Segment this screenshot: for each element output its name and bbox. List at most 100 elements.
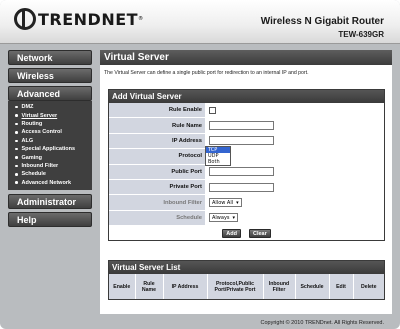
page-title: Virtual Server: [100, 50, 392, 65]
bullet-icon: [15, 139, 18, 142]
add-virtual-server-panel: Add Virtual Server Rule Enable Rule Name…: [108, 89, 385, 242]
rule-enable-label: Rule Enable: [168, 107, 202, 114]
product-name: Wireless N Gigabit Router: [260, 16, 384, 27]
add-panel-title: Add Virtual Server: [109, 90, 384, 103]
sidebar-item-access-control[interactable]: Access Control: [8, 128, 92, 136]
column-header-protocol-ports: Protocol,Public Port/Private Port: [206, 274, 263, 299]
column-header-enable: Enable: [109, 274, 135, 299]
column-header-schedule: Schedule: [294, 274, 329, 299]
schedule-cell: Always ▾: [205, 210, 384, 226]
sidebar: Network Wireless Advanced DMZ Virtual Se…: [8, 50, 94, 230]
sub-item-label: Special Applications: [21, 146, 76, 153]
schedule-select[interactable]: Always ▾: [209, 213, 239, 223]
router-admin-window: TRENDNET ® Wireless N Gigabit Router TEW…: [0, 0, 400, 329]
virtual-server-table: Enable Rule Name IP Address Protocol,Pub…: [109, 274, 384, 299]
sub-item-label: Gaming: [21, 154, 42, 161]
rule-name-cell: [205, 117, 384, 134]
ip-address-input[interactable]: [209, 136, 274, 146]
column-header-rule-name: Rule Name: [134, 274, 163, 299]
page-header: TRENDNET ® Wireless N Gigabit Router TEW…: [0, 0, 400, 44]
bullet-icon: [15, 147, 18, 151]
sub-item-label: Schedule: [21, 171, 46, 178]
sub-item-label: ALG: [21, 137, 34, 144]
protocol-dropdown-list[interactable]: TCP UDP Both: [205, 145, 231, 166]
sub-item-label: Virtual Server: [21, 112, 58, 119]
inbound-filter-cell: Allow All ▾: [205, 194, 384, 211]
bullet-icon: [15, 114, 18, 117]
bullet-icon: [15, 156, 18, 159]
schedule-value: Always: [212, 214, 230, 221]
bullet-icon: [15, 105, 18, 109]
nav-wireless[interactable]: Wireless: [8, 68, 92, 83]
rule-name-label: Rule Name: [172, 122, 202, 129]
ip-address-row: IP Address: [109, 133, 384, 150]
sub-item-label: Routing: [21, 120, 43, 127]
private-port-label: Private Port: [169, 184, 202, 191]
public-port-row: Public Port: [109, 164, 384, 180]
protocol-option-both[interactable]: Both: [206, 159, 230, 165]
private-port-input[interactable]: [209, 182, 274, 192]
inbound-filter-label: Inbound Filter: [163, 199, 202, 206]
public-port-cell: [205, 164, 384, 180]
chevron-down-icon: ▾: [232, 214, 236, 221]
sub-item-label: Advanced Network: [21, 179, 72, 186]
page-description: The Virtual Server can define a single p…: [104, 70, 309, 76]
chevron-down-icon: ▾: [236, 199, 239, 206]
bullet-icon: [15, 164, 18, 168]
rule-enable-checkbox[interactable]: [209, 106, 216, 114]
nav-advanced[interactable]: Advanced: [8, 86, 92, 101]
sidebar-item-gaming[interactable]: Gaming: [8, 153, 92, 161]
sub-item-label: DMZ: [21, 104, 34, 111]
private-port-row: Private Port: [109, 179, 384, 196]
bullet-icon: [15, 173, 18, 176]
column-header-edit: Edit: [328, 274, 353, 299]
sidebar-item-routing[interactable]: Routing: [8, 120, 92, 128]
clear-button[interactable]: Clear: [248, 229, 271, 239]
column-header-delete: Delete: [352, 274, 384, 299]
model-number: TEW-639GR: [338, 30, 384, 39]
virtual-server-list-panel: Virtual Server List Enable Rule Name IP …: [108, 260, 385, 300]
trendnet-logo: TRENDNET ®: [14, 8, 143, 30]
rule-name-row: Rule Name: [109, 117, 384, 134]
sidebar-item-advanced-network[interactable]: Advanced Network: [8, 179, 92, 187]
sidebar-item-special-applications[interactable]: Special Applications: [8, 145, 92, 153]
column-header-inbound-filter: Inbound Filter: [262, 274, 295, 299]
protocol-row: Protocol TCP UDP Both: [109, 145, 384, 166]
public-port-label: Public Port: [171, 168, 202, 175]
nav-administrator[interactable]: Administrator: [8, 193, 92, 209]
table-header-row: Enable Rule Name IP Address Protocol,Pub…: [109, 274, 384, 299]
registered-mark: ®: [138, 16, 144, 22]
sidebar-item-virtual-server[interactable]: Virtual Server: [8, 111, 92, 119]
sidebar-item-schedule[interactable]: Schedule: [8, 170, 92, 178]
column-header-ip-address: IP Address: [162, 274, 207, 299]
ip-address-cell: [205, 133, 384, 149]
inbound-filter-value: Allow All: [212, 199, 234, 206]
sidebar-item-inbound-filter[interactable]: Inbound Filter: [8, 162, 92, 170]
inbound-filter-select[interactable]: Allow All ▾: [209, 198, 242, 208]
bullet-icon: [15, 131, 18, 134]
private-port-cell: [205, 179, 384, 195]
sidebar-item-dmz[interactable]: DMZ: [8, 103, 92, 111]
sidebar-item-alg[interactable]: ALG: [8, 137, 92, 145]
form-buttons: Add Clear: [109, 226, 384, 241]
ip-address-label: IP Address: [172, 137, 202, 144]
bullet-icon: [15, 122, 18, 126]
inbound-filter-row: Inbound Filter Allow All ▾: [109, 194, 384, 211]
main-content: Virtual Server The Virtual Server can de…: [100, 50, 392, 314]
sub-item-label: Inbound Filter: [21, 162, 59, 169]
rule-name-input[interactable]: [209, 121, 274, 131]
logo-text: TRENDNET: [38, 9, 139, 29]
nav-network[interactable]: Network: [8, 50, 92, 65]
trendnet-logo-icon: [14, 8, 36, 30]
bullet-icon: [15, 181, 18, 184]
rule-enable-cell: [205, 102, 384, 118]
nav-help[interactable]: Help: [8, 211, 92, 227]
protocol-label: Protocol: [178, 153, 202, 160]
rule-enable-row: Rule Enable: [109, 102, 384, 119]
add-button[interactable]: Add: [222, 229, 241, 239]
advanced-submenu: DMZ Virtual Server Routing Access Contro…: [8, 101, 92, 190]
sub-item-label: Access Control: [21, 129, 62, 136]
schedule-label: Schedule: [176, 214, 202, 221]
copyright-footer: Copyright © 2010 TRENDnet. All Rights Re…: [260, 320, 384, 326]
public-port-input[interactable]: [209, 167, 274, 177]
